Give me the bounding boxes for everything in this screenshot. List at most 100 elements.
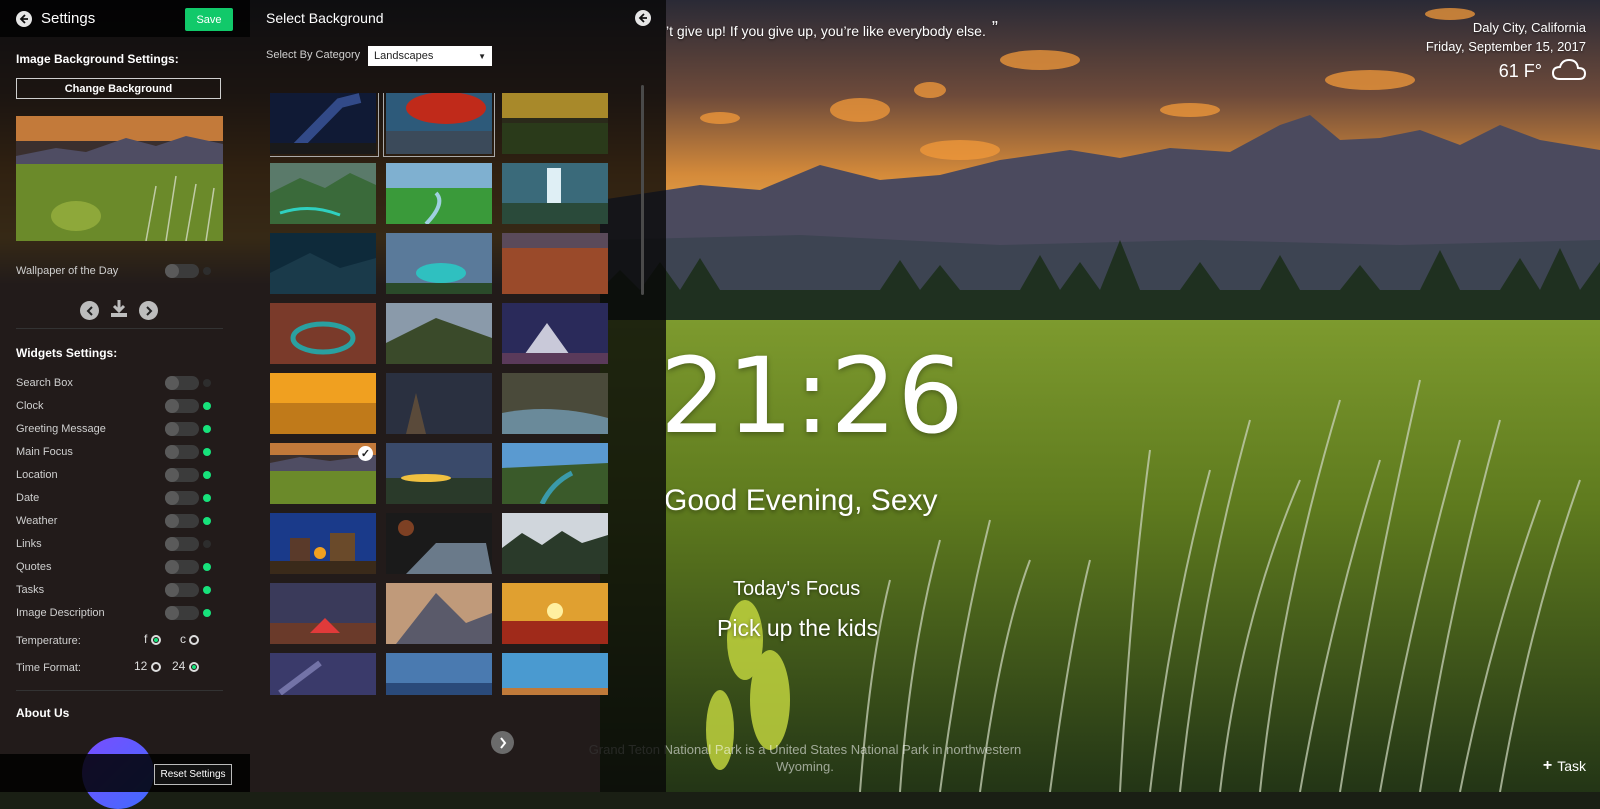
thumbnail[interactable]	[270, 583, 376, 644]
category-select[interactable]: Landscapes ▼	[368, 46, 492, 66]
temperature-label: Temperature:	[16, 635, 81, 647]
weather-widget: 61 F°	[1499, 57, 1587, 86]
dropdown-arrow-icon: ▼	[478, 51, 486, 61]
thumbnail[interactable]	[270, 303, 376, 364]
status-dot	[203, 609, 211, 617]
thumbnail[interactable]	[270, 653, 376, 695]
thumbnail[interactable]	[502, 163, 608, 224]
time-24-radio[interactable]	[188, 661, 199, 672]
close-gallery-icon[interactable]	[635, 10, 651, 26]
status-dot	[203, 494, 211, 502]
temp-c-option[interactable]: c	[180, 632, 200, 646]
toggle-knob	[165, 264, 179, 278]
thumbnail[interactable]	[386, 443, 492, 504]
thumbnail[interactable]	[270, 513, 376, 574]
toggle-knob	[165, 399, 179, 413]
status-dot	[203, 448, 211, 456]
settings-title: Settings	[41, 10, 96, 27]
thumbnail[interactable]	[502, 443, 608, 504]
toggle-knob	[165, 537, 179, 551]
thumbnail[interactable]	[270, 93, 379, 157]
links-toggle[interactable]	[165, 537, 199, 551]
time-12-option[interactable]: 12	[134, 659, 161, 673]
status-dot	[203, 471, 211, 479]
time-12-label: 12	[134, 659, 148, 673]
image-description-toggle[interactable]	[165, 606, 199, 620]
gallery-title: Select Background	[266, 10, 384, 26]
thumbnail[interactable]	[502, 303, 608, 364]
task-label: Task	[1557, 758, 1586, 774]
thumbnail[interactable]	[502, 513, 608, 574]
divider	[16, 690, 223, 691]
wallpaper-of-day-toggle[interactable]	[165, 264, 199, 278]
status-dot	[203, 379, 211, 387]
weather-toggle[interactable]	[165, 514, 199, 528]
back-arrow-icon[interactable]	[16, 11, 32, 27]
temp-c-label: c	[180, 632, 186, 646]
toggle-knob	[165, 514, 179, 528]
toggle-knob	[165, 583, 179, 597]
thumbnail[interactable]	[386, 653, 492, 695]
settings-panel: Settings Save Image Background Settings:…	[0, 0, 250, 809]
wallpaper-nav	[80, 298, 158, 323]
change-background-button[interactable]: Change Background	[16, 78, 221, 99]
thumbnail[interactable]	[502, 93, 608, 154]
quote-widget: ’t give up! If you give up, you’re like …	[666, 18, 998, 41]
tasks-toggle[interactable]	[165, 583, 199, 597]
download-icon[interactable]	[109, 298, 129, 323]
thumbnail[interactable]	[270, 163, 376, 224]
background-gallery-panel: Select Background Select By Category Lan…	[250, 0, 666, 792]
task-button[interactable]: + Task	[1543, 757, 1586, 775]
thumbnail[interactable]	[383, 93, 495, 157]
widget-label: Links	[16, 538, 42, 550]
temp-c-radio[interactable]	[189, 634, 200, 645]
location-widget: Daly City, California Friday, September …	[1426, 18, 1586, 56]
greeting-toggle[interactable]	[165, 422, 199, 436]
location-city: Daly City, California	[1472, 20, 1586, 35]
check-icon: ✓	[358, 446, 373, 461]
thumbnail[interactable]	[386, 583, 492, 644]
thumbnail[interactable]	[386, 303, 492, 364]
clock-display: 21:26	[660, 335, 965, 457]
status-dot	[203, 563, 211, 571]
divider	[16, 328, 223, 329]
toggle-knob	[165, 376, 179, 390]
widget-label: Clock	[16, 400, 44, 412]
thumbnail[interactable]	[386, 233, 492, 294]
gallery-scrollbar[interactable]	[641, 85, 644, 295]
status-dot	[203, 402, 211, 410]
next-wallpaper-icon[interactable]	[139, 301, 158, 320]
thumbnail[interactable]: ✓	[270, 443, 376, 504]
thumbnail[interactable]	[502, 653, 608, 695]
main-focus-toggle[interactable]	[165, 445, 199, 459]
toggle-knob	[165, 445, 179, 459]
thumbnail[interactable]	[386, 163, 492, 224]
clock-toggle[interactable]	[165, 399, 199, 413]
about-us-heading: About Us	[16, 706, 70, 720]
save-button[interactable]: Save	[185, 8, 233, 31]
time-12-radio[interactable]	[150, 661, 161, 672]
focus-text[interactable]: Pick up the kids	[717, 615, 878, 642]
status-dot	[203, 425, 211, 433]
toggle-knob	[165, 560, 179, 574]
thumbnail[interactable]	[502, 373, 608, 434]
thumbnail[interactable]	[270, 373, 376, 434]
thumbnail[interactable]	[386, 513, 492, 574]
quote-text: ’t give up! If you give up, you’re like …	[666, 23, 986, 39]
search-box-toggle[interactable]	[165, 376, 199, 390]
prev-wallpaper-icon[interactable]	[80, 301, 99, 320]
location-toggle[interactable]	[165, 468, 199, 482]
thumbnail[interactable]	[386, 373, 492, 434]
thumbnail[interactable]	[270, 233, 376, 294]
toggle-knob	[165, 491, 179, 505]
date-toggle[interactable]	[165, 491, 199, 505]
reset-settings-button[interactable]: Reset Settings	[154, 764, 232, 785]
time-24-option[interactable]: 24	[172, 659, 199, 673]
thumbnail[interactable]	[502, 233, 608, 294]
thumbnail[interactable]	[502, 583, 608, 644]
quotes-toggle[interactable]	[165, 560, 199, 574]
temp-f-option[interactable]: f	[144, 632, 161, 646]
next-page-icon[interactable]	[491, 731, 514, 754]
temp-f-radio[interactable]	[150, 634, 161, 645]
widget-label: Main Focus	[16, 446, 73, 458]
